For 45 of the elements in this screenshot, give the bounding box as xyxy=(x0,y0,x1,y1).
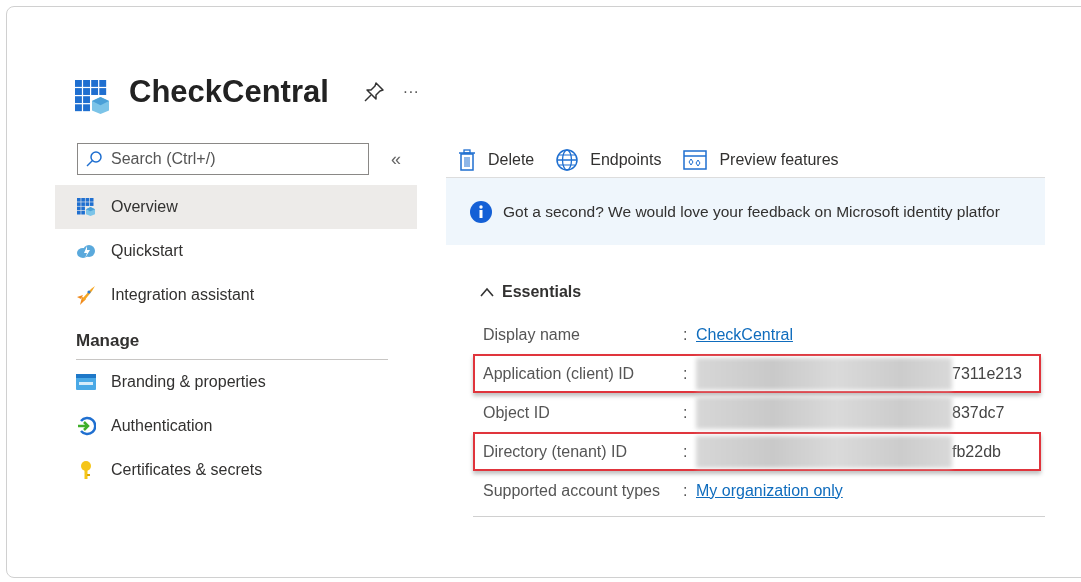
id-value: fb22db xyxy=(952,442,1001,461)
value-link[interactable]: CheckCentral xyxy=(696,325,793,344)
separator: : xyxy=(683,442,689,461)
separator: : xyxy=(683,325,689,344)
sidebar-item[interactable]: Branding & properties xyxy=(55,360,417,404)
sidebar-item[interactable]: Integration assistant xyxy=(55,273,417,317)
rocket-icon xyxy=(76,285,96,305)
sidebar-item[interactable]: Certificates & secrets xyxy=(55,448,417,492)
page-title: CheckCentral xyxy=(129,74,329,110)
sidebar-item[interactable]: Authentication xyxy=(55,404,417,448)
search-icon xyxy=(86,151,102,167)
trash-icon[interactable] xyxy=(458,149,476,171)
app-grid-icon xyxy=(77,198,95,216)
preview-window-icon[interactable] xyxy=(683,150,708,170)
web-page-icon xyxy=(76,374,96,390)
field-label: Supported account types xyxy=(483,481,661,500)
key-icon xyxy=(79,460,93,480)
search-field[interactable]: Search (Ctrl+/) xyxy=(77,143,369,175)
sidebar-item[interactable]: Overview xyxy=(55,185,417,229)
id-value: 837dc7 xyxy=(952,403,1005,422)
separator: : xyxy=(683,481,689,500)
value-link[interactable]: My organization only xyxy=(696,481,843,500)
globe-icon[interactable] xyxy=(556,149,579,171)
section-heading: Manage xyxy=(76,331,388,360)
field-label: Display name xyxy=(483,325,581,344)
cloud-icon xyxy=(76,243,96,259)
pin-icon[interactable] xyxy=(362,81,385,103)
essentials-toggle[interactable]: Essentials xyxy=(473,281,582,303)
info-icon xyxy=(470,200,492,223)
field-label: Application (client) ID xyxy=(483,364,636,383)
sidebar-item[interactable]: Quickstart xyxy=(55,229,417,273)
toolbar-button[interactable]: Endpoints xyxy=(556,149,662,171)
separator: : xyxy=(683,364,689,383)
field-label: Directory (tenant) ID xyxy=(483,442,629,461)
banner-text: Got a second? We would love your feedback on Microsoft identity platfor xyxy=(503,202,1000,221)
sign-in-icon xyxy=(76,416,96,436)
collapse-button[interactable]: « xyxy=(385,147,407,171)
id-value: 7311e213 xyxy=(952,364,1022,383)
chevron-up-icon xyxy=(480,287,494,297)
toolbar-button[interactable]: Delete xyxy=(458,149,535,171)
separator: : xyxy=(683,403,689,422)
app-grid-icon xyxy=(75,80,109,114)
more-button[interactable]: ··· xyxy=(398,83,423,101)
field-label: Object ID xyxy=(483,403,551,422)
toolbar-button[interactable]: Preview features xyxy=(683,150,839,170)
